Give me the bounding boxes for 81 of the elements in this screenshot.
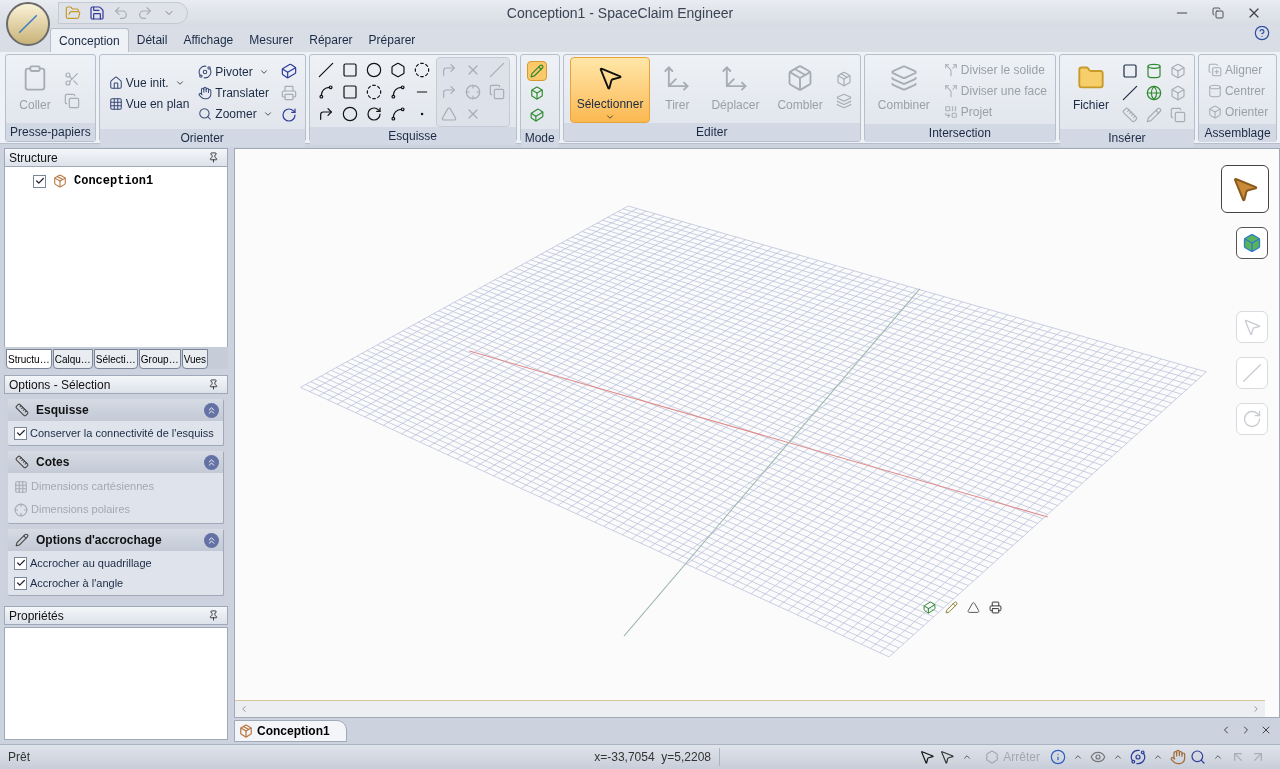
polar-icon bbox=[14, 502, 28, 517]
select-line-icon bbox=[1242, 317, 1262, 337]
group-label: Editer bbox=[563, 123, 860, 141]
group-label: Esquisse bbox=[309, 127, 516, 145]
checkbox[interactable] bbox=[14, 576, 27, 590]
hand-icon[interactable] bbox=[1168, 747, 1188, 767]
rotate-view-icon bbox=[1242, 409, 1262, 429]
ribbon-tab[interactable]: Préparer bbox=[360, 28, 424, 52]
panel-tab[interactable]: Calqu… bbox=[52, 349, 93, 369]
align-icon bbox=[1206, 61, 1223, 78]
solid-box-icon bbox=[1242, 233, 1262, 253]
panel-tab[interactable]: Group… bbox=[138, 349, 181, 369]
part-icon bbox=[239, 724, 253, 738]
tree-item[interactable]: Conception1 bbox=[74, 172, 154, 190]
scroll-right-icon[interactable] bbox=[1251, 704, 1261, 714]
view-tool-button[interactable] bbox=[1236, 227, 1268, 259]
hand-icon bbox=[197, 85, 214, 101]
ribbon-button[interactable]: Pivoter bbox=[195, 61, 275, 83]
ribbon-button[interactable]: Zoomer bbox=[195, 103, 275, 125]
grid-icon bbox=[14, 479, 28, 494]
ribbon-tab[interactable]: Réparer bbox=[301, 28, 361, 52]
window-title: Conception1 - SpaceClaim Engineer bbox=[505, 3, 735, 23]
checkbox[interactable] bbox=[33, 174, 46, 188]
copy-icon[interactable] bbox=[62, 91, 82, 111]
logo-icon bbox=[18, 14, 38, 34]
document-tab[interactable]: Conception1 bbox=[234, 720, 347, 742]
group-label: Insérer bbox=[1059, 129, 1194, 147]
horizontal-scrollbar[interactable] bbox=[235, 700, 1265, 717]
split-face-icon bbox=[942, 82, 959, 99]
scroll-left-icon[interactable] bbox=[239, 704, 249, 714]
panel-title: Structure bbox=[9, 149, 58, 167]
orient-icon bbox=[1206, 103, 1223, 120]
group-label: Assemblage bbox=[1198, 124, 1277, 142]
section-title: Options d'accrochage bbox=[36, 532, 163, 549]
orbit-icon bbox=[197, 64, 214, 80]
group-label: Presse-papiers bbox=[6, 123, 95, 141]
group-label: Orienter bbox=[99, 129, 305, 147]
checkbox[interactable] bbox=[14, 426, 27, 440]
help-icon[interactable] bbox=[1252, 23, 1272, 43]
ribbon-button[interactable]: Sélectionner bbox=[569, 57, 651, 123]
view-tool-button[interactable] bbox=[1221, 165, 1269, 213]
caret-icon bbox=[258, 67, 269, 77]
panel-tab[interactable]: Vues bbox=[181, 349, 209, 369]
checkbox[interactable] bbox=[14, 556, 27, 570]
ribbon-tab[interactable]: Conception bbox=[50, 28, 129, 52]
caret-icon bbox=[262, 109, 273, 119]
panel-title: Propriétés bbox=[9, 607, 64, 625]
stop-sign-icon bbox=[985, 750, 1000, 764]
info-icon[interactable] bbox=[1048, 747, 1068, 767]
cursor-coordinates: x=-33,7054 y=5,2208 bbox=[550, 748, 720, 766]
panel-tab[interactable]: Structu… bbox=[6, 349, 52, 369]
collapse-icon[interactable] bbox=[204, 532, 219, 548]
orbit-icon[interactable] bbox=[1128, 747, 1148, 767]
magnifier-icon bbox=[197, 106, 214, 122]
mode-button[interactable] bbox=[526, 61, 547, 81]
status-text: Prêt bbox=[7, 749, 31, 766]
panel-tab[interactable]: Sélecti… bbox=[93, 349, 138, 369]
save-icon[interactable] bbox=[87, 3, 107, 23]
center-icon bbox=[1206, 82, 1223, 99]
ribbon-button[interactable]: Fichier bbox=[1065, 57, 1116, 123]
ribbon-button[interactable]: Vue init. bbox=[105, 72, 192, 93]
group-label: Intersection bbox=[864, 124, 1055, 142]
ribbon-tab[interactable]: Affichage bbox=[175, 28, 242, 52]
ribbon-button[interactable]: Translater bbox=[195, 82, 275, 104]
line-point-icon bbox=[1242, 363, 1262, 383]
split-solid-icon bbox=[942, 61, 959, 78]
group-label: Mode bbox=[520, 129, 559, 147]
collapse-icon[interactable] bbox=[204, 454, 219, 470]
option-label: Accrocher à l'angle bbox=[30, 575, 124, 591]
option-label: Conserver la connectivité de l'esquiss bbox=[30, 425, 214, 441]
caret-icon bbox=[605, 112, 616, 122]
panel-title: Options - Sélection bbox=[9, 376, 111, 394]
section-title: Esquisse bbox=[36, 402, 90, 419]
collapse-icon[interactable] bbox=[204, 402, 219, 418]
ribbon-tab[interactable]: Mesurer bbox=[241, 28, 302, 52]
ribbon-button[interactable]: Vue en plan bbox=[105, 93, 192, 114]
ribbon-tab[interactable]: Détail bbox=[128, 28, 176, 52]
project-icon bbox=[942, 103, 959, 120]
option-label: Accrocher au quadrillage bbox=[30, 555, 152, 571]
house-icon bbox=[107, 74, 124, 91]
section-title: Cotes bbox=[36, 454, 71, 471]
